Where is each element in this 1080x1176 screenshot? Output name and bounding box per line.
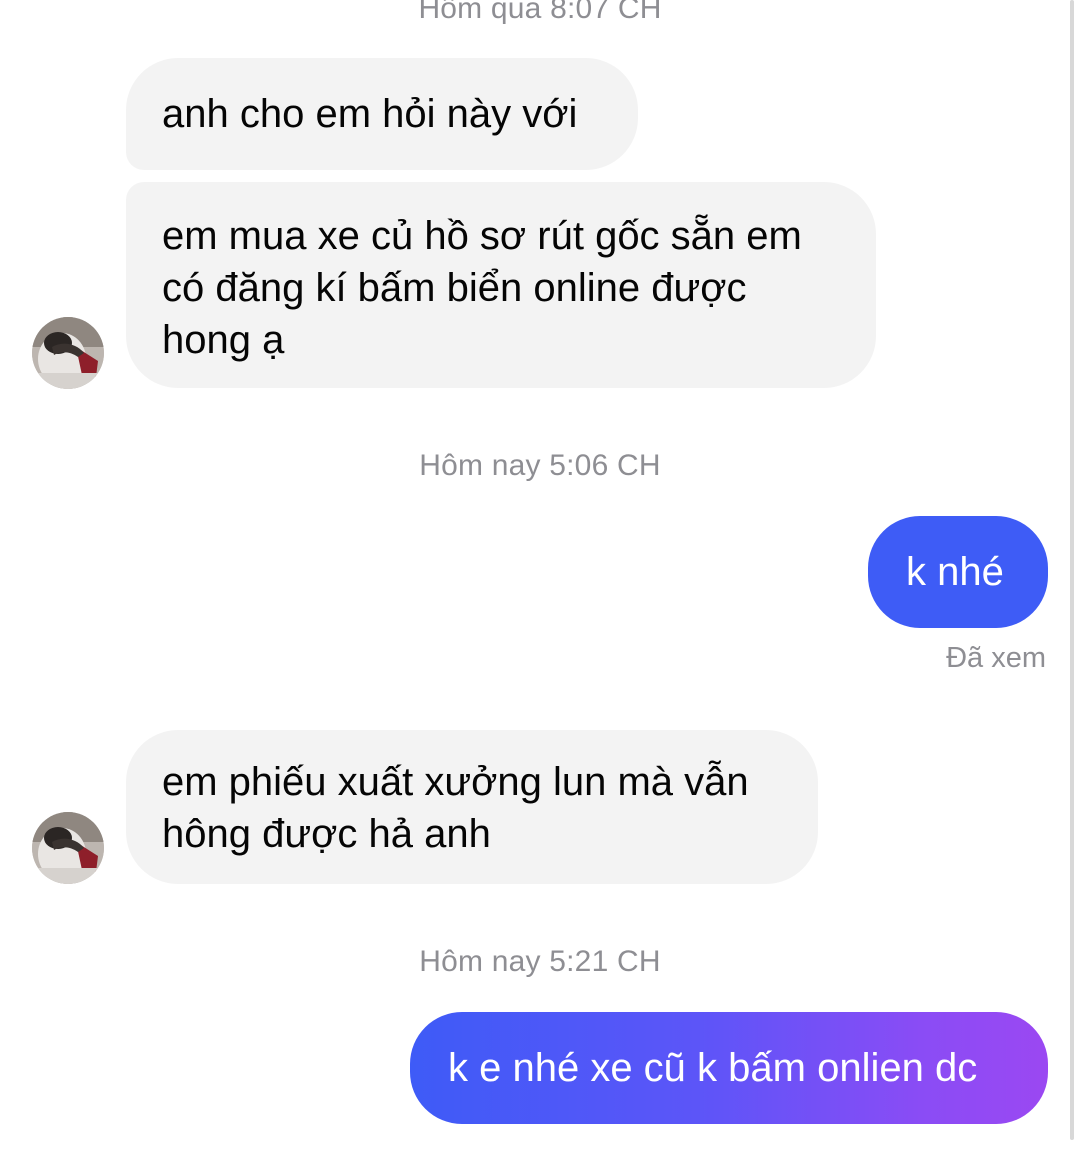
seen-status: Đã xem: [946, 642, 1046, 674]
timestamp-today-521: Hôm nay 5:21 CH: [419, 945, 661, 978]
incoming-message-bubble[interactable]: anh cho em hỏi này với: [126, 58, 638, 170]
message-text-line: hông được hả anh: [162, 812, 491, 856]
message-text: k nhé: [906, 550, 1004, 594]
chat-screen: Hôm qua 8:07 CH anh cho em hỏi này với e…: [0, 0, 1080, 1176]
profile-photo-icon: [32, 317, 104, 389]
timestamp-today-506: Hôm nay 5:06 CH: [419, 449, 661, 482]
message-text-line: hong ạ: [162, 318, 285, 362]
incoming-message-bubble[interactable]: em mua xe củ hồ sơ rút gốc sẵn em có đăn…: [126, 182, 876, 388]
message-text: k e nhé xe cũ k bấm onlien dc: [448, 1046, 978, 1090]
contact-avatar[interactable]: [32, 317, 104, 389]
message-text-line: em phiếu xuất xưởng lun mà vẫn: [162, 760, 749, 804]
message-text: anh cho em hỏi này với: [162, 92, 578, 136]
message-text-line: em mua xe củ hồ sơ rút gốc sẵn em: [162, 214, 802, 258]
incoming-message-bubble[interactable]: em phiếu xuất xưởng lun mà vẫn hông được…: [126, 730, 818, 884]
timestamp-yesterday: Hôm qua 8:07 CH: [418, 0, 662, 25]
message-text-line: có đăng kí bấm biển online được: [162, 266, 747, 310]
scrollbar[interactable]: [1070, 0, 1074, 1140]
contact-avatar[interactable]: [32, 812, 104, 884]
profile-photo-icon: [32, 812, 104, 884]
outgoing-message-bubble[interactable]: k e nhé xe cũ k bấm onlien dc: [410, 1012, 1048, 1124]
outgoing-message-bubble[interactable]: k nhé: [868, 516, 1048, 628]
